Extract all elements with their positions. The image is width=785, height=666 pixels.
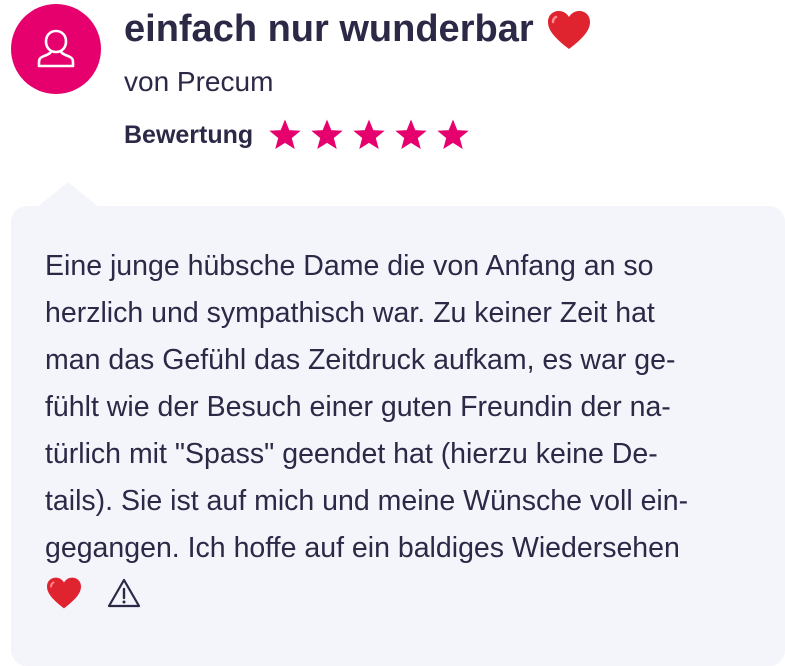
rating-label: Bewertung	[124, 120, 254, 149]
star-icon	[393, 118, 429, 152]
rating-stars	[267, 118, 471, 152]
avatar	[11, 4, 101, 94]
report-warning-icon[interactable]	[107, 578, 141, 608]
heart-icon	[45, 576, 83, 610]
star-icon	[309, 118, 345, 152]
star-icon	[351, 118, 387, 152]
review-text-line: tails). Sie ist auf mich und meine Wünsc…	[45, 485, 689, 517]
rating: Bewertung	[124, 118, 471, 152]
review-title: einfach nur wunderbar	[124, 8, 592, 51]
star-icon	[267, 118, 303, 152]
review-text-line: gegangen. Ich hoffe auf ein baldiges Wie…	[45, 532, 680, 564]
review-text-line: Eine junge hübsche Dame die von Anfang a…	[45, 250, 654, 282]
review-footer	[45, 576, 141, 610]
star-icon	[435, 118, 471, 152]
review-text: Eine junge hübsche Dame die von Anfang a…	[45, 243, 765, 572]
review-text-line: türlich mit "Spass" geendet hat (hierzu …	[45, 438, 658, 470]
heart-icon	[546, 9, 592, 51]
review-title-text: einfach nur wunderbar	[124, 8, 534, 50]
user-icon	[37, 29, 75, 68]
review-text-line: herzlich und sympathisch war. Zu keiner …	[45, 297, 655, 329]
review-text-line: fühlt wie der Besuch einer guten Freundi…	[45, 391, 671, 423]
review-author: von Precum	[124, 66, 274, 97]
bubble-pointer	[36, 182, 100, 208]
review-text-line: man das Gefühl das Zeitdruck aufkam, es …	[45, 344, 676, 376]
